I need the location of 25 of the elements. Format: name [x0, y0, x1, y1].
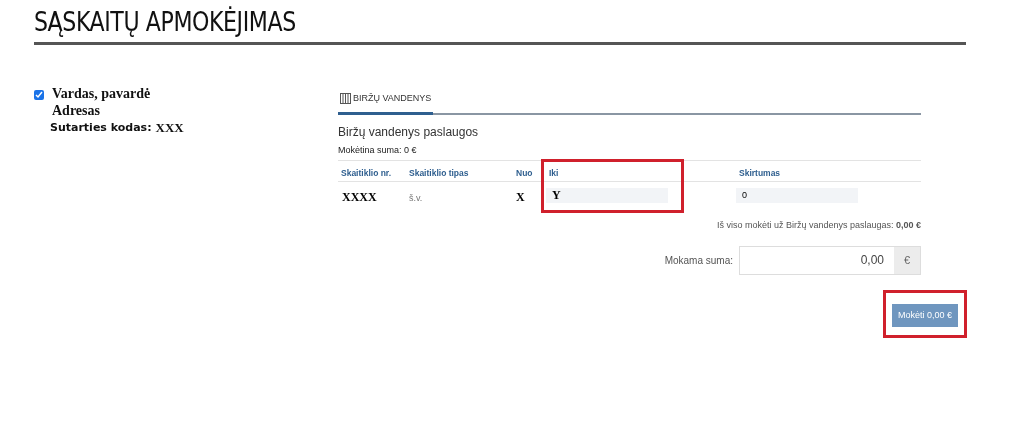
service-title: Biržų vandenys paslaugos	[338, 123, 480, 141]
tab[interactable]: BIRŽŲ VANDENYS	[338, 92, 434, 115]
column-header: Skaitiklio nr.	[341, 168, 392, 178]
customer-name: Vardas, pavardė	[51, 85, 152, 102]
table-cell: XXXX	[342, 189, 377, 204]
total-text: Iš viso mokėti už Biržų vandenys paslaugas: 0,00 €	[716, 219, 921, 232]
amount-due: Mokėtina suma: 0 €	[338, 143, 418, 157]
currency-label: €	[894, 246, 920, 274]
page-title: SĄSKAITŲ APMOKĖJIMAS	[34, 6, 296, 38]
payment-field[interactable]: 0,00 €	[739, 245, 921, 275]
difference-field[interactable]: 0	[736, 188, 858, 203]
check-icon	[35, 91, 43, 99]
column-header: Iki	[549, 168, 559, 178]
customer-checkbox[interactable]	[34, 90, 44, 100]
contract-label: Sutarties kodas:	[50, 120, 152, 136]
column-header: Skaitiklio tipas	[409, 168, 469, 178]
customer-address: Adresas	[51, 102, 101, 119]
column-header: Skirtumas	[739, 168, 781, 178]
payment-label: Mokama suma:	[664, 253, 733, 268]
column-header: Nuo	[516, 168, 533, 178]
table-cell: X	[516, 189, 525, 204]
table-cell: š.v.	[409, 192, 423, 203]
building-icon	[340, 93, 351, 105]
reading-field[interactable]: Y	[546, 188, 668, 203]
contract-code: XXX	[155, 119, 184, 136]
